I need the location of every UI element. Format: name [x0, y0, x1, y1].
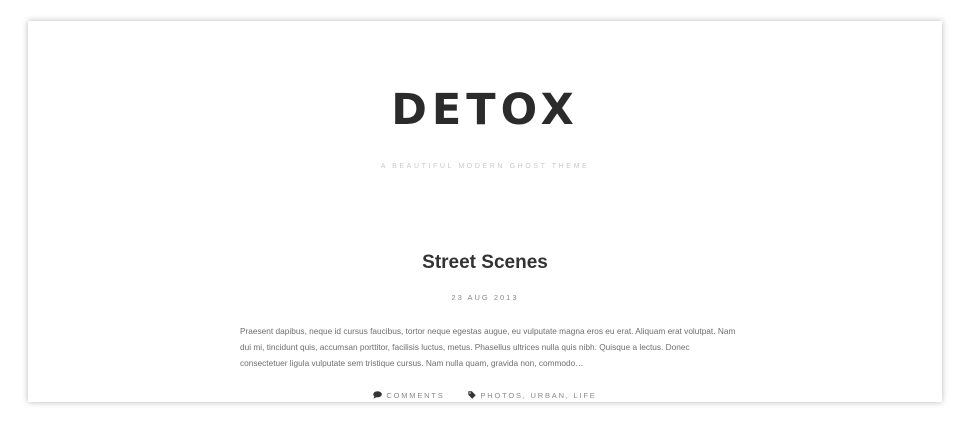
post-excerpt: Praesent dapibus, neque id cursus faucib… [240, 326, 736, 368]
speech-bubble-icon [373, 391, 383, 399]
tag-icon [468, 391, 477, 399]
site-tagline: A BEAUTIFUL MODERN GHOST THEME [380, 163, 590, 170]
tags-list[interactable]: PHOTOS, URBAN, LIFE [468, 391, 596, 401]
tags-label: PHOTOS, URBAN, LIFE [480, 391, 597, 400]
site-title[interactable]: DETOX [28, 85, 942, 135]
post-meta: COMMENTS PHOTOS, URBAN, LIFE [28, 391, 942, 401]
post-date: 23 AUG 2013 [451, 293, 519, 302]
post-title-link[interactable]: Street Scenes [28, 249, 942, 277]
comments-link[interactable]: COMMENTS [373, 391, 444, 401]
browser-page-frame: DETOX A BEAUTIFUL MODERN GHOST THEME Str… [28, 21, 942, 402]
comments-label: COMMENTS [386, 391, 445, 400]
